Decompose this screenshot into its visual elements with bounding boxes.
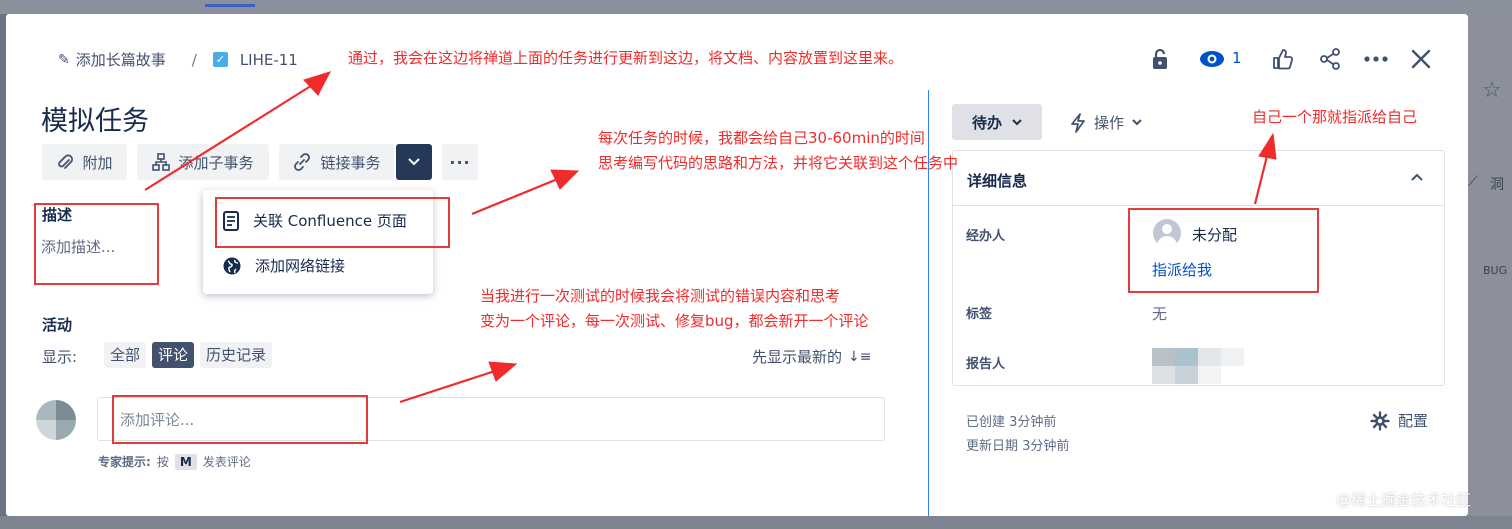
annotation-bottom-1: 当我进行一次测试的时候我会将测试的错误内容和思考 — [480, 287, 841, 305]
annotation-arrows — [144, 71, 1277, 404]
annotation-top: 通过，我会在这边将禅道上面的任务进行更新到这边，将文档、内容放置到这里来。 — [348, 49, 904, 67]
annotation-middle-2: 思考编写代码的思路和方法，并将它关联到这个任务中 — [598, 154, 959, 172]
watermark: @稀土掘金技术社区 — [1336, 491, 1472, 509]
annotation-bottom-2: 变为一个评论，每一次测试、修复bug，都会新开一个评论 — [480, 312, 869, 330]
annotation-right: 自己一个那就指派给自己 — [1252, 108, 1418, 126]
annotation-middle-1: 每次任务的时候，我都会给自己30-60min的时间 — [598, 129, 925, 147]
